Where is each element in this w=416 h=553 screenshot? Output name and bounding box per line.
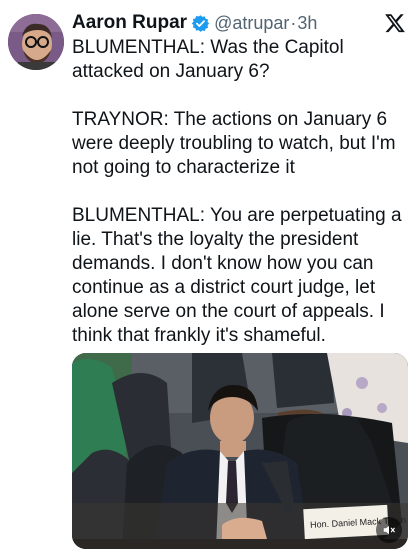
verified-badge-icon xyxy=(191,14,210,33)
author-name[interactable]: Aaron Rupar xyxy=(72,12,187,34)
timestamp[interactable]: 3h xyxy=(297,13,317,34)
volume-muted-icon xyxy=(382,523,396,537)
tweet-paragraph: BLUMENTHAL: You are perpetuating a lie. … xyxy=(72,205,402,346)
tweet-paragraph: BLUMENTHAL: Was the Capitol attacked on … xyxy=(72,37,344,82)
avatar[interactable] xyxy=(8,14,64,70)
video-player[interactable]: Hon. Daniel Mack Trayn xyxy=(72,353,408,549)
mute-button[interactable] xyxy=(376,517,402,543)
tweet-header: Aaron Rupar @atrupar · 3h xyxy=(72,9,408,37)
separator-dot: · xyxy=(290,12,297,33)
author-handle[interactable]: @atrupar xyxy=(214,13,289,34)
tweet-text: BLUMENTHAL: Was the Capitol attacked on … xyxy=(72,36,412,348)
x-logo-icon[interactable] xyxy=(384,12,406,34)
tweet-paragraph: TRAYNOR: The actions on January 6 were d… xyxy=(72,109,396,178)
